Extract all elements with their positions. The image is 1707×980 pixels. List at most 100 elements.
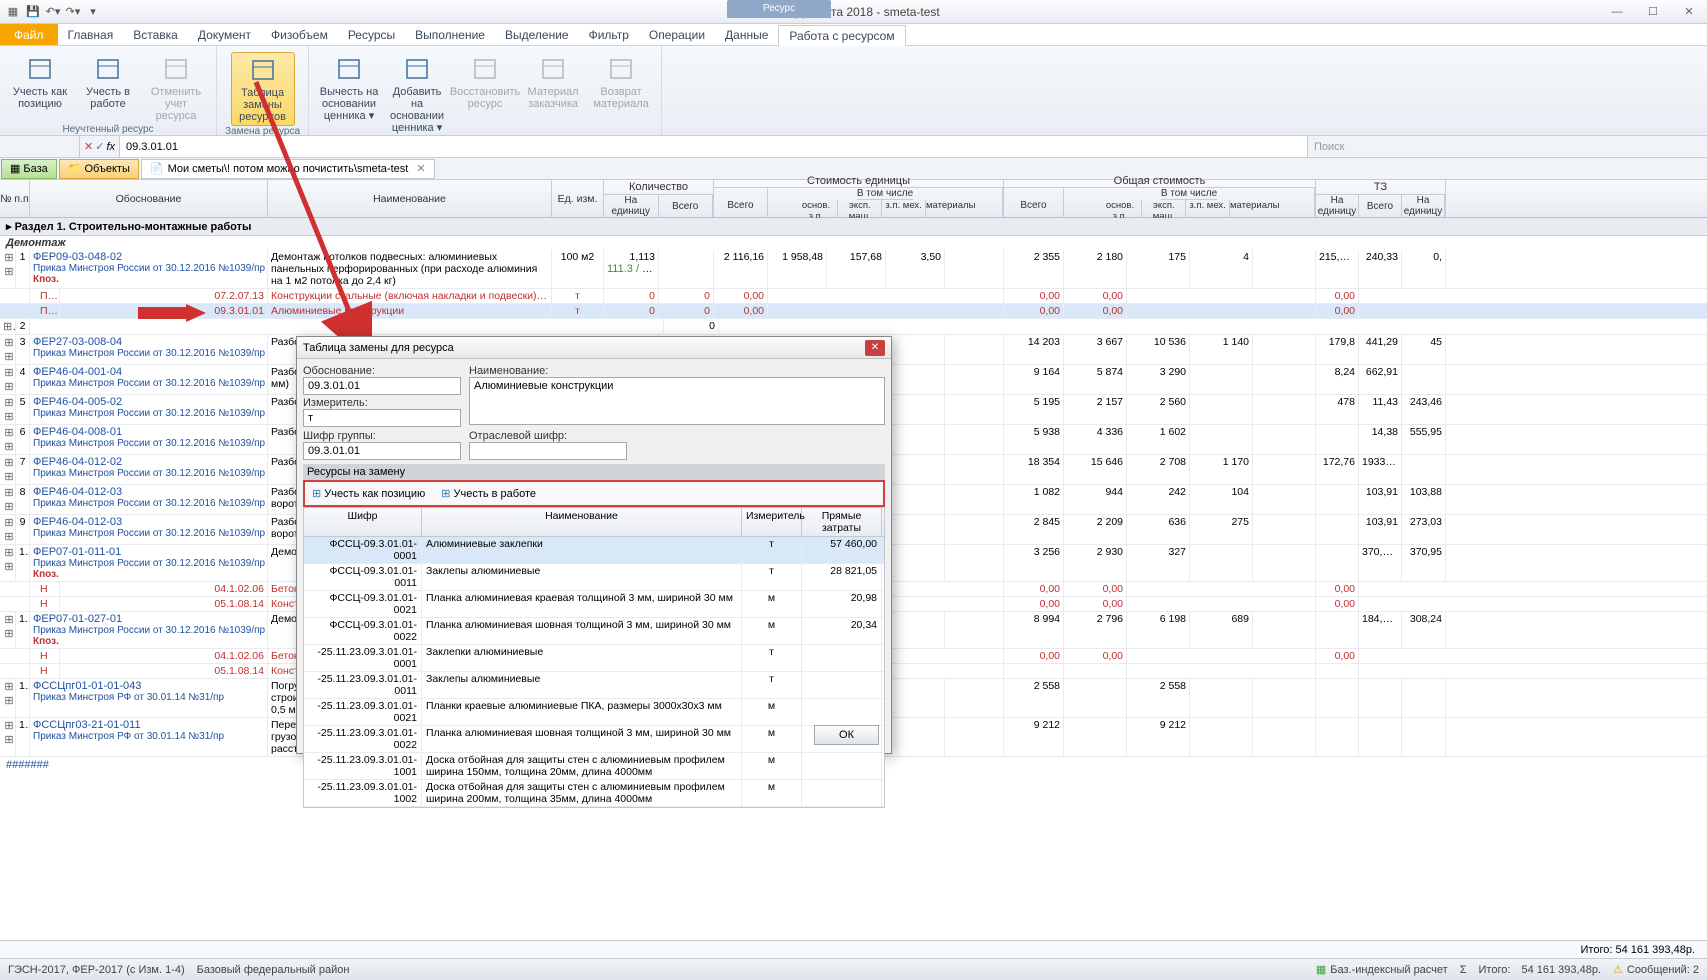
name-label: Наименование: (469, 365, 885, 377)
total-row: Итого: 54 161 393,48р. (0, 940, 1707, 958)
menu-tab-5[interactable]: Выполнение (405, 24, 495, 45)
list-item[interactable]: -25.11.23.09.3.01.01-1001Доска отбойная … (304, 753, 884, 780)
base-button[interactable]: ▦База (1, 159, 57, 179)
name-textarea[interactable]: Алюминиевые конструкции (469, 377, 885, 425)
add-icon: ⊞ (441, 487, 450, 500)
col-total: Общая стоимость Всего В том числе основ.… (1004, 180, 1316, 217)
menu-tab-8[interactable]: Операции (639, 24, 715, 45)
menu-tab-7[interactable]: Фильтр (579, 24, 639, 45)
undo-icon[interactable]: ↶▾ (44, 3, 62, 21)
status-region: Базовый федеральный район (197, 964, 350, 976)
table-row[interactable]: ⊞⊞ 1 ФЕР09-03-048-02Приказ Минстроя Росс… (0, 250, 1707, 289)
redo-icon[interactable]: ↷▾ (64, 3, 82, 21)
ok-button[interactable]: ОК (814, 725, 879, 745)
accept-formula-icon[interactable]: ✓ (95, 140, 104, 153)
dialog-grid[interactable]: Шифр Наименование Измеритель Прямые затр… (303, 507, 885, 808)
menu-tab-9[interactable]: Данные (715, 24, 778, 45)
col-shifr: Шифр (304, 508, 422, 536)
vosstanovit: Восстановить ресурс (453, 52, 517, 112)
list-item[interactable]: -25.11.23.09.3.01.01-0022Планка алюминие… (304, 726, 884, 753)
group-row[interactable]: Демонтаж (0, 236, 1707, 250)
calc-mode[interactable]: ▦Баз.-индексный расчет (1316, 963, 1448, 976)
tab-close-icon[interactable]: ✕ (416, 162, 425, 175)
messages[interactable]: ⚠Сообщений: 2 (1613, 963, 1699, 976)
file-tab[interactable]: Файл (0, 24, 58, 45)
dobavit[interactable]: Добавить на основании ценника ▾ (385, 52, 449, 136)
list-item[interactable]: -25.11.23.09.3.01.01-0021Планки краевые … (304, 699, 884, 726)
basis-label: Обоснование: (303, 365, 461, 377)
col-num: № п.п (0, 180, 30, 217)
name-box[interactable] (0, 136, 80, 157)
vychest[interactable]: Вычесть на основании ценника ▾ (317, 52, 381, 124)
db-icon: ▦ (10, 162, 20, 175)
col-name: Наименование (268, 180, 552, 217)
col-qty: Количество На единицуВсего (604, 180, 714, 217)
col-basis: Обоснование (30, 180, 268, 217)
list-item[interactable]: ФССЦ-09.3.01.01-0011Заклепы алюминиевыет… (304, 564, 884, 591)
statusbar: ГЭСН-2017, ФЕР-2017 (с Изм. 1-4) Базовый… (0, 958, 1707, 980)
table-row[interactable]: П,Н 09.3.01.01 Алюминиевые конструкции т… (0, 304, 1707, 319)
list-item[interactable]: -25.11.23.09.3.01.01-0001Заклепки алюмин… (304, 645, 884, 672)
menu-tab-6[interactable]: Выделение (495, 24, 579, 45)
measure-label: Измеритель: (303, 397, 461, 409)
industrycode-input[interactable] (469, 442, 627, 460)
menu-tab-10[interactable]: Работа с ресурсом (778, 25, 905, 46)
window-title: ГРАНД-Смета 2018 - smeta-test (102, 5, 1603, 19)
industrycode-label: Отраслевой шифр: (469, 430, 627, 442)
uchest-rabote-button[interactable]: ⊞Учесть в работе (437, 485, 540, 502)
formula-bar: ✕ ✓ fx Поиск (0, 136, 1707, 158)
menu-tab-0[interactable]: Главная (58, 24, 124, 45)
sum-icon[interactable]: Σ (1460, 964, 1467, 976)
list-item[interactable]: ФССЦ-09.3.01.01-0021Планка алюминиевая к… (304, 591, 884, 618)
dialog-title: Таблица замены для ресурса (303, 342, 454, 354)
close-icon[interactable]: ✕ (1675, 3, 1703, 21)
dialog-close-icon[interactable]: ✕ (865, 340, 885, 356)
fx-icon[interactable]: fx (106, 141, 115, 153)
replacement-dialog: Таблица замены для ресурса ✕ Обоснование… (296, 336, 892, 754)
groupcode-input[interactable] (303, 442, 461, 460)
section-row[interactable]: ▸ Раздел 1. Строительно-монтажные работы (0, 218, 1707, 236)
measure-input[interactable] (303, 409, 461, 427)
tablica-zameny[interactable]: Таблица замены ресурсов (231, 52, 295, 126)
titlebar: ▦ 💾 ↶▾ ↷▾ ▾ ГРАНД-Смета 2018 - smeta-tes… (0, 0, 1707, 24)
uchest-poziciyu[interactable]: Учесть как позицию (8, 52, 72, 112)
status-db: ГЭСН-2017, ФЕР-2017 (с Изм. 1-4) (8, 964, 185, 976)
doc-icon: 📄 (150, 162, 164, 175)
list-item[interactable]: -25.11.23.09.3.01.01-1002Доска отбойная … (304, 780, 884, 807)
table-row[interactable]: ⊞20 (0, 319, 1707, 335)
formula-input[interactable] (120, 136, 1307, 157)
material-zakazchika: Материал заказчика (521, 52, 585, 112)
uchest-poziciyu-button[interactable]: ⊞Учесть как позицию (308, 485, 429, 502)
menu-tab-3[interactable]: Физобъем (261, 24, 338, 45)
save-icon[interactable]: 💾 (24, 3, 42, 21)
app-icon: ▦ (4, 3, 22, 21)
maximize-icon[interactable]: ☐ (1639, 3, 1667, 21)
menubar: Файл ГлавнаяВставкаДокументФизобъемРесур… (0, 24, 1707, 46)
basis-input[interactable] (303, 377, 461, 395)
list-item[interactable]: ФССЦ-09.3.01.01-0022Планка алюминиевая ш… (304, 618, 884, 645)
search-box[interactable]: Поиск (1307, 136, 1707, 157)
minimize-icon[interactable]: — (1603, 3, 1631, 21)
menu-tab-1[interactable]: Вставка (123, 24, 188, 45)
uchest-rabote[interactable]: Учесть в работе (76, 52, 140, 112)
folder-icon: 📁 (68, 162, 82, 175)
list-item[interactable]: ФССЦ-09.3.01.01-0001Алюминиевые заклепки… (304, 537, 884, 564)
cancel-formula-icon[interactable]: ✕ (84, 140, 93, 153)
dialog-section-label: Ресурсы на замену (303, 464, 885, 480)
col-tz: ТЗ На единицуВсегоНа единицу (1316, 180, 1446, 217)
list-item[interactable]: -25.11.23.09.3.01.01-0011Заклепы алюмини… (304, 672, 884, 699)
grid-header: № п.п Обоснование Наименование Ед. изм. … (0, 180, 1707, 218)
otmenit: Отменить учет ресурса (144, 52, 208, 124)
menu-tab-2[interactable]: Документ (188, 24, 261, 45)
objects-button[interactable]: 📁Объекты (59, 159, 139, 179)
document-tab[interactable]: 📄 Мои сметы\! потом можно почистить\smet… (141, 159, 435, 179)
groupcode-label: Шифр группы: (303, 430, 461, 442)
status-total: Итого: 54 161 393,48р. (1479, 964, 1601, 976)
add-icon: ⊞ (312, 487, 321, 500)
menu-tab-4[interactable]: Ресурсы (338, 24, 405, 45)
qat-more[interactable]: ▾ (84, 3, 102, 21)
col-izmer: Измеритель (742, 508, 802, 536)
col-unit: Ед. изм. (552, 180, 604, 217)
table-row[interactable]: П,Н 07.2.07.13 Конструкции стальные (вкл… (0, 289, 1707, 304)
dialog-titlebar[interactable]: Таблица замены для ресурса ✕ (297, 337, 891, 359)
